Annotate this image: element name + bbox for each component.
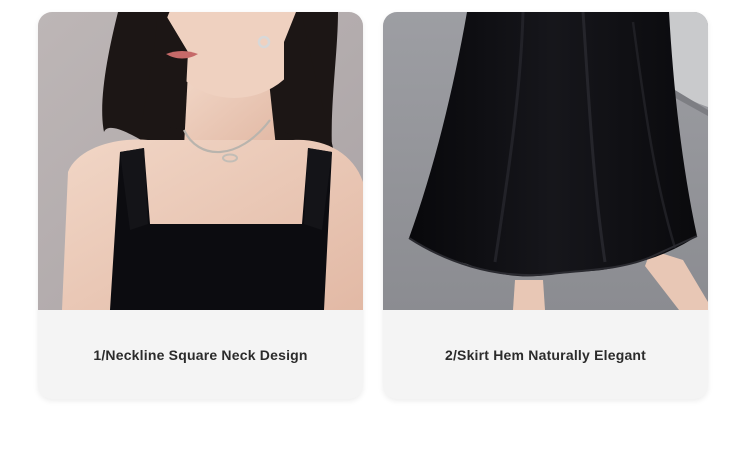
skirt-hem-photo [383, 12, 708, 310]
feature-caption: 2/Skirt Hem Naturally Elegant [444, 346, 647, 363]
neckline-photo [38, 12, 363, 310]
feature-caption: 1/Neckline Square Neck Design [93, 346, 308, 363]
feature-card-neckline: 1/Neckline Square Neck Design [38, 12, 363, 399]
feature-card-skirt-hem: 2/Skirt Hem Naturally Elegant [383, 12, 708, 399]
product-detail-panel: 1/Neckline Square Neck Design 2/Skirt He… [0, 0, 750, 450]
